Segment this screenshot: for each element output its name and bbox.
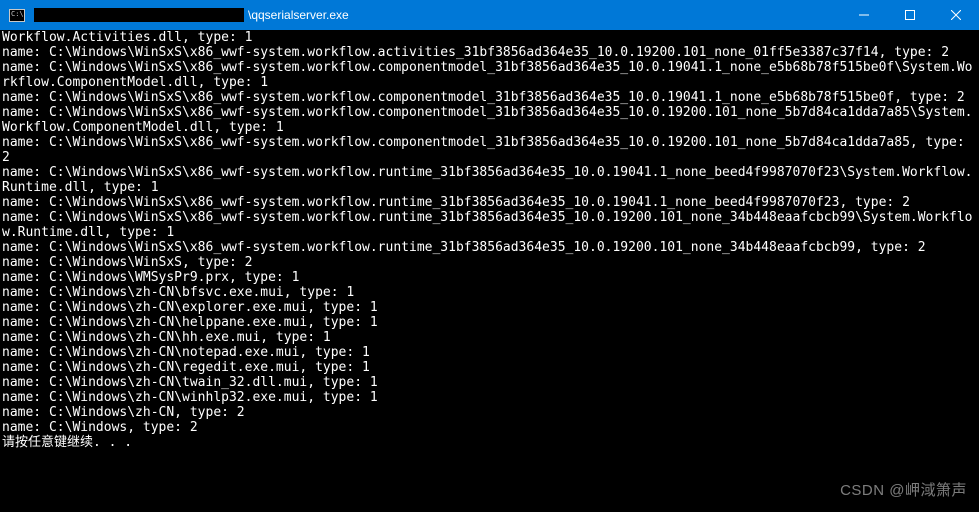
minimize-button[interactable] xyxy=(841,0,887,30)
cmd-icon xyxy=(9,9,25,22)
close-icon xyxy=(951,10,961,20)
maximize-icon xyxy=(905,10,915,20)
console-window: \qqserialserver.exe Workflow.Activities.… xyxy=(0,0,979,512)
minimize-icon xyxy=(859,10,869,20)
title-redacted-path xyxy=(34,8,244,22)
maximize-button[interactable] xyxy=(887,0,933,30)
console-output[interactable]: Workflow.Activities.dll, type: 1 name: C… xyxy=(0,30,979,512)
app-icon-slot xyxy=(0,0,34,30)
close-button[interactable] xyxy=(933,0,979,30)
window-buttons xyxy=(841,0,979,30)
window-title: \qqserialserver.exe xyxy=(248,8,841,22)
titlebar[interactable]: \qqserialserver.exe xyxy=(0,0,979,30)
